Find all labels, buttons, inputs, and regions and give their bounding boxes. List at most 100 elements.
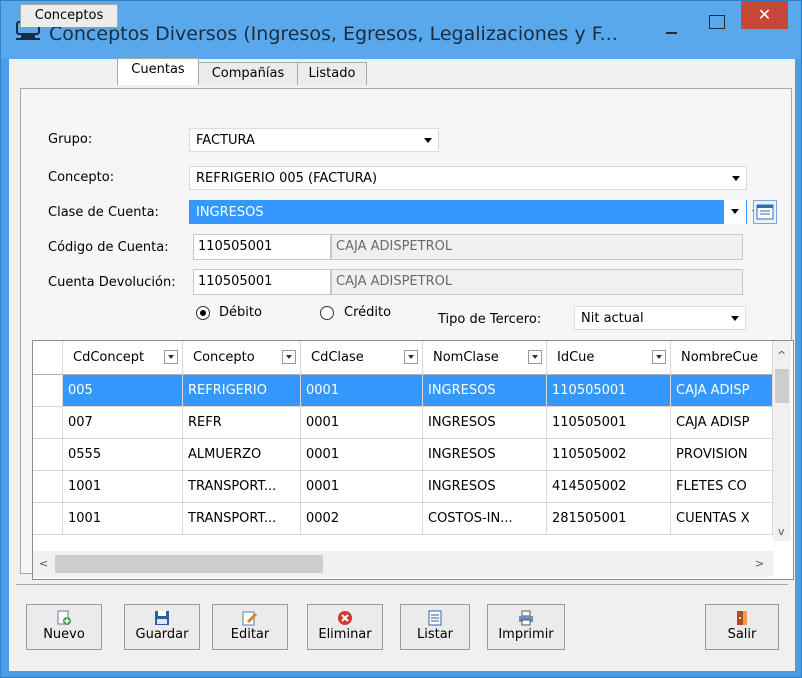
tipo-tercero-value: Nit actual [581, 311, 644, 326]
form-lookup-button[interactable] [753, 200, 777, 224]
table-cell[interactable]: 1001 [63, 503, 183, 535]
filter-dropdown-icon[interactable] [164, 350, 178, 364]
table-cell[interactable]: 0001 [301, 439, 423, 471]
table-row[interactable]: 007 REFR 0001 INGRESOS 110505001 CAJA ADISP [33, 407, 793, 439]
column-header-idcue[interactable]: IdCue [547, 341, 671, 375]
table-cell[interactable]: 0001 [301, 375, 423, 407]
filter-dropdown-icon[interactable] [528, 350, 542, 364]
table-row[interactable]: 005 REFRIGERIO 0001 INGRESOS 110505001 CAJA A… [33, 375, 793, 407]
column-header-nomclase[interactable]: NomClase [423, 341, 547, 375]
horizontal-scrollbar[interactable]: < > [33, 551, 773, 577]
scroll-left-icon[interactable]: < [39, 557, 48, 570]
credito-radio[interactable] [320, 306, 334, 320]
table-cell[interactable]: 0001 [301, 471, 423, 503]
tab-conceptos[interactable]: Conceptos [20, 4, 118, 27]
nuevo-button[interactable]: Nuevo [26, 604, 102, 650]
row-indicator[interactable] [33, 503, 63, 535]
codigo-name-field: CAJA ADISPETROL [331, 234, 743, 260]
concepto-value: REFRIGERIO 005 (FACTURA) [196, 171, 378, 186]
debito-label: Débito [219, 305, 262, 320]
table-cell[interactable]: FLETES CO [671, 471, 773, 503]
table-cell[interactable]: 0555 [63, 439, 183, 471]
codigo-label: Código de Cuenta: [48, 240, 169, 255]
print-icon [519, 610, 533, 626]
listar-button[interactable]: Listar [400, 604, 470, 650]
table-cell[interactable]: PROVISION [671, 439, 773, 471]
title-bar[interactable]: Conceptos Diversos (Ingresos, Egresos, L… [1, 1, 801, 59]
close-button[interactable]: ✕ [741, 1, 788, 29]
table-cell[interactable]: REFRIGERIO [183, 375, 301, 407]
table-cell[interactable]: 1001 [63, 471, 183, 503]
table-cell[interactable]: INGRESOS [423, 375, 547, 407]
row-indicator[interactable] [33, 471, 63, 503]
tab-companias[interactable]: Compañías [198, 62, 298, 85]
column-header-cdclase[interactable]: CdClase [301, 341, 423, 375]
table-row[interactable]: 1001 TRANSPORT... 0001 INGRESOS 414505002 FLE… [33, 471, 793, 503]
row-indicator[interactable] [33, 375, 63, 407]
table-cell[interactable]: 0001 [301, 407, 423, 439]
tipo-tercero-label: Tipo de Tercero: [438, 312, 542, 327]
clase-select[interactable]: INGRESOS [189, 200, 760, 224]
save-icon [155, 611, 169, 625]
codigo-input[interactable]: 110505001 [193, 234, 331, 260]
table-cell[interactable]: 007 [63, 407, 183, 439]
table-row[interactable]: 0555 ALMUERZO 0001 INGRESOS 110505002 PROVISI… [33, 439, 793, 471]
editar-button[interactable]: Editar [212, 604, 288, 650]
table-cell[interactable]: 110505001 [547, 375, 671, 407]
list-icon [428, 610, 442, 626]
scroll-right-icon[interactable]: > [755, 557, 764, 570]
table-cell[interactable]: INGRESOS [423, 407, 547, 439]
minimize-button[interactable] [661, 23, 683, 37]
tipo-tercero-select[interactable]: Nit actual [574, 306, 746, 330]
table-row[interactable]: 1001 TRANSPORT... 0002 COSTOS-IN... 28150500… [33, 503, 793, 535]
filter-dropdown-icon[interactable] [652, 350, 666, 364]
table-cell[interactable]: 0002 [301, 503, 423, 535]
debito-radio[interactable] [196, 306, 210, 320]
table-cell[interactable]: 110505001 [547, 407, 671, 439]
row-indicator[interactable] [33, 439, 63, 471]
chevron-down-icon [731, 209, 739, 214]
table-cell[interactable]: CUENTAS X [671, 503, 773, 535]
grupo-select[interactable]: FACTURA [189, 128, 439, 152]
scroll-up-icon[interactable]: ^ [777, 349, 786, 362]
concepto-label: Concepto: [48, 170, 115, 185]
chevron-down-icon [732, 176, 740, 181]
tab-cuentas[interactable]: Cuentas [117, 58, 199, 85]
devolucion-input[interactable]: 110505001 [193, 269, 331, 295]
table-cell[interactable]: TRANSPORT... [183, 471, 301, 503]
table-cell[interactable]: 281505001 [547, 503, 671, 535]
imprimir-button[interactable]: Imprimir [487, 604, 565, 650]
cuentas-grid[interactable]: CdConcept Concepto CdClase NomClase IdCu… [32, 340, 794, 580]
concepto-select[interactable]: REFRIGERIO 005 (FACTURA) [189, 166, 747, 190]
devolucion-name-field: CAJA ADISPETROL [331, 269, 743, 295]
clase-value: INGRESOS [196, 205, 264, 220]
column-header-nombrecue[interactable]: NombreCue [671, 341, 773, 375]
row-indicator[interactable] [33, 407, 63, 439]
table-cell[interactable]: ALMUERZO [183, 439, 301, 471]
vertical-scroll-thumb[interactable] [775, 369, 789, 403]
table-cell[interactable]: 110505002 [547, 439, 671, 471]
maximize-button[interactable] [709, 15, 725, 29]
column-header-cdconcepto[interactable]: CdConcept [63, 341, 183, 375]
table-cell[interactable]: CAJA ADISP [671, 375, 773, 407]
table-cell[interactable]: COSTOS-IN... [423, 503, 547, 535]
filter-dropdown-icon[interactable] [404, 350, 418, 364]
table-cell[interactable]: 005 [63, 375, 183, 407]
eliminar-button[interactable]: Eliminar [307, 604, 383, 650]
table-cell[interactable]: CAJA ADISP [671, 407, 773, 439]
column-header-concepto[interactable]: Concepto [183, 341, 301, 375]
filter-dropdown-icon[interactable] [282, 350, 296, 364]
horizontal-scroll-thumb[interactable] [55, 555, 323, 573]
vertical-scrollbar[interactable]: ^ v [773, 341, 791, 541]
scroll-down-icon[interactable]: v [778, 525, 785, 538]
table-cell[interactable]: REFR [183, 407, 301, 439]
table-cell[interactable]: TRANSPORT... [183, 503, 301, 535]
guardar-button[interactable]: Guardar [124, 604, 200, 650]
tab-listado[interactable]: Listado [297, 62, 367, 85]
chevron-down-icon [731, 316, 739, 321]
table-cell[interactable]: 414505002 [547, 471, 671, 503]
table-cell[interactable]: INGRESOS [423, 471, 547, 503]
table-cell[interactable]: INGRESOS [423, 439, 547, 471]
salir-button[interactable]: Salir [705, 604, 779, 650]
exit-icon [737, 611, 747, 625]
